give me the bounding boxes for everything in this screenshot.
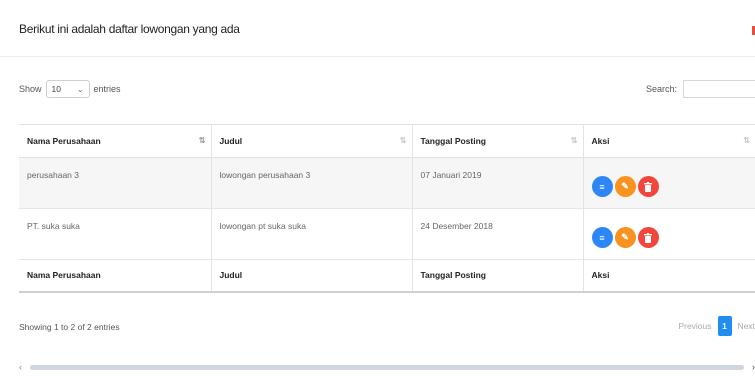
pagination-next[interactable]: Next [738, 321, 755, 331]
cell-nama-perusahaan: perusahaan 3 [19, 157, 212, 209]
trash-icon [644, 232, 652, 243]
view-button[interactable]: ≡ [591, 176, 613, 197]
chevron-down-icon: ⌄ [76, 84, 84, 94]
search-label: Search: [645, 84, 677, 94]
pagination-previous[interactable]: Previous [678, 321, 711, 331]
sort-icon: ⇅ [743, 136, 750, 145]
list-icon: ≡ [599, 232, 605, 243]
footer-nama-perusahaan: Nama Perusahaan [19, 259, 212, 292]
table-footer-row: Nama Perusahaan Judul Tanggal Posting Ak… [19, 259, 755, 292]
cell-judul: lowongan pt suka suka [211, 208, 413, 260]
title-divider [0, 56, 755, 57]
pagination: Previous 1 Next [678, 316, 755, 336]
pencil-icon: ✎ [621, 181, 629, 191]
entries-label: entries [93, 84, 121, 94]
entries-length-value: 10 [51, 84, 61, 94]
table-row: PT. suka suka lowongan pt suka suka 24 D… [19, 208, 755, 260]
footer-tanggal-posting: Tanggal Posting [412, 259, 584, 292]
scroll-right-icon[interactable]: › [747, 362, 755, 372]
column-header-judul[interactable]: Judul ⇅ [211, 124, 413, 158]
pagination-page-1[interactable]: 1 [717, 316, 732, 336]
cell-tanggal-posting: 24 Desember 2018 [412, 208, 584, 260]
column-header-aksi[interactable]: Aksi ⇅ [583, 125, 755, 158]
cell-aksi: ≡ ✎ [583, 158, 755, 209]
cell-aksi: ≡ ✎ [583, 209, 755, 260]
table-row: perusahaan 3 lowongan perusahaan 3 07 Ja… [19, 157, 755, 209]
trash-icon [644, 181, 652, 192]
footer-aksi: Aksi [591, 270, 610, 281]
list-icon: ≡ [599, 181, 605, 192]
view-button[interactable]: ≡ [591, 227, 613, 248]
length-control: Show 10 ⌄ entries [19, 80, 121, 98]
horizontal-scrollbar[interactable]: ‹ › [19, 362, 755, 372]
table-header-row: Nama Perusahaan ⇅ Judul ⇅ Tanggal Postin… [19, 124, 755, 158]
sort-icon: ⇅ [399, 136, 407, 145]
cell-nama-perusahaan: PT. suka suka [19, 208, 212, 260]
scrollbar-thumb[interactable] [30, 364, 744, 370]
edit-button[interactable]: ✎ [614, 176, 636, 197]
column-header-tanggal-posting[interactable]: Tanggal Posting ⇅ [412, 124, 584, 158]
show-label: Show [19, 84, 42, 94]
search-control: Search: [646, 80, 755, 98]
delete-button[interactable] [637, 227, 659, 248]
search-input[interactable] [683, 80, 755, 98]
vacancy-table: Nama Perusahaan ⇅ Judul ⇅ Tanggal Postin… [19, 124, 755, 293]
cell-tanggal-posting: 07 Januari 2019 [412, 157, 584, 209]
table-info: Showing 1 to 2 of 2 entries [19, 322, 120, 332]
pencil-icon: ✎ [621, 232, 629, 242]
scroll-left-icon[interactable]: ‹ [19, 362, 27, 372]
column-header-nama-perusahaan[interactable]: Nama Perusahaan ⇅ [19, 124, 212, 158]
entries-length-select[interactable]: 10 ⌄ [45, 80, 90, 98]
page-title: Berikut ini adalah daftar lowongan yang … [19, 22, 240, 36]
sort-asc-icon: ⇅ [198, 136, 206, 145]
delete-button[interactable] [637, 176, 659, 197]
footer-judul: Judul [211, 259, 413, 292]
edit-button[interactable]: ✎ [614, 227, 636, 248]
sort-icon: ⇅ [570, 136, 578, 145]
cell-judul: lowongan perusahaan 3 [211, 157, 413, 209]
